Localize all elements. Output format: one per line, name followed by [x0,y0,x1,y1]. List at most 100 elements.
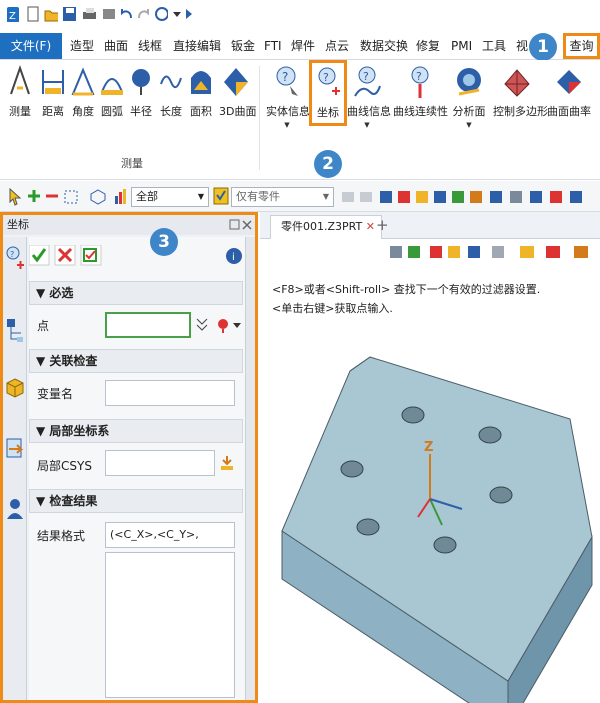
entity-info-button[interactable]: ? 实体信息 ▼ [266,64,310,129]
assembly-tree-icon[interactable] [5,317,25,345]
point-input[interactable] [105,312,191,338]
surface-3d-button[interactable]: 3D曲面 [219,64,256,119]
import-icon[interactable] [5,437,25,461]
svg-text:?: ? [416,70,422,83]
open-file-icon[interactable] [44,6,58,22]
analyze-face-button[interactable]: 分析面 ▼ [452,64,486,129]
menu-data-exchange[interactable]: 数据交换 [360,33,408,59]
collapse-icon: ▼ [36,286,50,300]
save-icon[interactable] [62,6,76,22]
redo-icon[interactable] [137,6,151,22]
panel-scrollbar[interactable] [245,237,255,700]
menu-direct-edit[interactable]: 直接编辑 [173,33,221,59]
add-tab-icon[interactable]: + [376,216,389,234]
menu-view[interactable]: 视 [516,33,528,59]
info-icon[interactable]: i [225,247,243,265]
pick-cursor-icon[interactable] [8,188,22,206]
panel-window-controls[interactable] [229,219,253,231]
radius-label: 半径 [130,105,152,118]
menu-pmi[interactable]: PMI [451,33,472,59]
coordinate-button[interactable]: ? 坐标 [309,60,347,126]
local-csys-input[interactable] [105,450,215,476]
box-select-icon[interactable] [63,189,79,205]
file-menu[interactable]: 文件(F) [0,33,62,59]
qat-more-icon[interactable] [184,6,198,22]
result-output-area[interactable] [105,552,235,698]
result-format-input[interactable]: (<C_X>,<C_Y>,<C_Z>) [105,522,235,565]
control-polygon-button[interactable]: 控制多边形 [493,64,548,119]
ribbon-separator [259,66,260,170]
new-file-icon[interactable] [26,6,40,22]
point-options-icons[interactable] [195,317,243,333]
part-model[interactable]: Z [272,349,598,703]
section-required[interactable]: ▼ 必选 [29,281,243,305]
section-relation-title: 关联检查 [49,354,98,368]
menu-query[interactable]: 查询 [563,33,600,59]
cancel-button[interactable] [55,245,75,265]
filter-select-value: 全部 [136,190,158,203]
part-cube-icon[interactable] [5,377,25,401]
curve-info-icon: ? [354,66,381,97]
svg-text:?: ? [10,250,14,259]
rebuild-icon[interactable] [154,6,168,22]
menu-weldment[interactable]: 焊件 [291,33,315,59]
menu-surface[interactable]: 曲面 [104,33,128,59]
user-icon[interactable] [5,497,25,521]
menu-tools[interactable]: 工具 [482,33,506,59]
panel-side-tabs: ? [3,237,27,700]
arc-label: 圆弧 [101,105,123,118]
ok-button[interactable] [29,245,49,265]
add-icon[interactable] [27,189,41,203]
coordinate-tab-icon[interactable]: ? [5,245,25,271]
surface-curvature-button[interactable]: 曲面曲率 [547,64,591,119]
parts-only-select[interactable]: 仅有零件 ▼ [231,187,334,207]
angle-button[interactable]: 角度 [70,64,96,119]
part-filter-icon[interactable] [213,187,229,205]
menu-fti[interactable]: FTI [264,33,282,59]
view-toolbar-icons[interactable] [388,243,600,263]
curve-continuity-button[interactable]: ? 曲线连续性 [393,64,448,119]
tab-part001-label: 零件001.Z3PRT [281,220,363,233]
remove-icon[interactable] [45,189,59,203]
print-icon[interactable] [82,6,96,22]
menu-repair[interactable]: 修复 [416,33,440,59]
curve-info-button[interactable]: ? 曲线信息 ▼ [347,64,391,129]
menu-wireframe[interactable]: 线框 [138,33,162,59]
length-button[interactable]: 长度 [158,64,184,119]
entity-info-icon: ? [276,66,298,96]
menu-sheetmetal[interactable]: 钣金 [231,33,255,59]
curve-info-dropdown-icon[interactable]: ▼ [347,121,387,129]
section-result-title: 检查结果 [49,494,98,508]
lasso-icon[interactable] [90,189,106,205]
undo-icon[interactable] [119,6,133,22]
apply-button[interactable] [81,245,101,265]
menu-point-cloud[interactable]: 点云 [325,33,349,59]
app-logo-icon: Z [7,7,19,22]
filter-select[interactable]: 全部 ▼ [131,187,209,207]
menu-modeling[interactable]: 造型 [70,33,94,59]
control-polygon-icon [504,69,530,97]
section-local-csys[interactable]: ▼ 局部坐标系 [29,419,243,443]
tab-part001[interactable]: 零件001.Z3PRT ✕ [270,215,382,239]
distance-button[interactable]: 距离 [40,64,66,119]
callout-3: 3 [150,228,178,256]
surface-curvature-label: 曲面曲率 [547,105,591,118]
toolbar-icons-strip[interactable] [340,189,600,205]
section-relation[interactable]: ▼ 关联检查 [29,349,243,373]
csys-pick-icon[interactable] [219,454,235,472]
area-button[interactable]: 面积 [188,64,214,119]
close-icon[interactable]: ✕ [366,220,375,233]
analyze-face-dropdown-icon[interactable]: ▼ [452,121,486,129]
arc-button[interactable]: 圆弧 [99,64,125,119]
measure-button[interactable]: 测量 [7,64,33,119]
radius-button[interactable]: 半径 [128,64,154,119]
section-local-csys-title: 局部坐标系 [49,424,110,438]
settings-icon[interactable] [101,6,115,22]
3d-viewport[interactable]: <F8>或者<Shift-roll> 查找下一个有效的过滤器设置. <单击右键>… [260,239,600,703]
varname-input[interactable] [105,380,235,406]
filter-icon[interactable] [113,188,127,206]
entity-info-dropdown-icon[interactable]: ▼ [266,121,308,129]
svg-text:Z: Z [9,11,16,22]
section-result[interactable]: ▼ 检查结果 [29,489,243,513]
document-tab-bar: 零件001.Z3PRT ✕ + [260,212,600,239]
